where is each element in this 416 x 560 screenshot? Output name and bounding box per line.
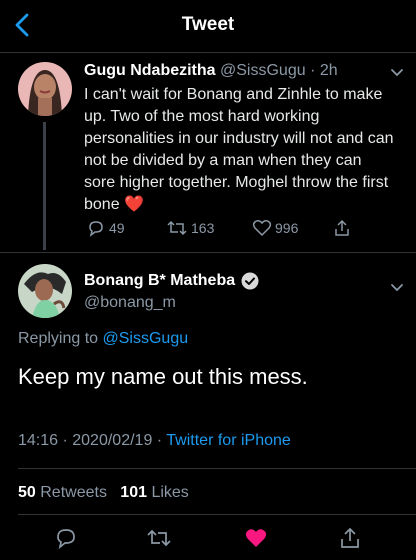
- meta-separator: ·: [152, 432, 167, 449]
- reply-icon[interactable]: [54, 526, 78, 550]
- tweet-body: I can't wait for Bonang and Zinhle to ma…: [84, 86, 394, 213]
- retweet-icon[interactable]: [146, 526, 172, 550]
- avatar-image: [18, 264, 72, 318]
- retweet-action[interactable]: 163: [166, 218, 214, 238]
- heart-emoji: ❤️: [124, 196, 144, 213]
- retweet-count: 163: [191, 220, 215, 236]
- avatar[interactable]: [18, 62, 72, 116]
- like-action[interactable]: 996: [252, 218, 298, 238]
- share-icon[interactable]: [338, 526, 362, 550]
- tweet-metadata: 14:16 · 2020/02/19 · Twitter for iPhone: [18, 432, 291, 450]
- likes-count: 101: [120, 484, 147, 501]
- reply-count: 49: [109, 220, 125, 236]
- divider: [18, 514, 416, 515]
- replying-to-link[interactable]: @SissGugu: [103, 330, 189, 347]
- retweets-stat[interactable]: 50 Retweets: [18, 484, 107, 501]
- like-count: 996: [275, 220, 299, 236]
- likes-stat[interactable]: 101 Likes: [120, 484, 189, 501]
- tweet-text: I can't wait for Bonang and Zinhle to ma…: [84, 84, 396, 216]
- tweet-stats: 50 Retweets 101 Likes: [18, 484, 189, 502]
- author-display-name: Gugu Ndabezitha: [84, 62, 216, 79]
- author-display-name: Bonang B* Matheba: [84, 272, 236, 289]
- tweet-author[interactable]: Gugu Ndabezitha @SissGugu · 2h: [84, 62, 338, 80]
- tweet-timestamp: 14:16 · 2020/02/19: [18, 432, 153, 449]
- thread-connector-line: [43, 122, 46, 250]
- divider: [18, 468, 416, 469]
- retweet-icon: [167, 220, 187, 236]
- heart-icon: [252, 220, 272, 237]
- tweet-text: Keep my name out this mess.: [18, 364, 308, 389]
- header-bar: Tweet: [0, 0, 416, 53]
- reply-icon: [89, 221, 103, 237]
- replying-to-label: Replying to: [18, 330, 103, 347]
- avatar[interactable]: [18, 264, 72, 318]
- time-separator: ·: [305, 62, 320, 79]
- chevron-down-icon[interactable]: [390, 280, 404, 294]
- author-handle[interactable]: @bonang_m: [84, 294, 176, 312]
- retweets-count: 50: [18, 484, 36, 501]
- retweets-label: Retweets: [40, 484, 107, 501]
- author-handle: @SissGugu: [220, 62, 306, 79]
- chevron-down-icon[interactable]: [390, 65, 404, 79]
- reply-action[interactable]: 49: [86, 218, 125, 238]
- share-action[interactable]: [332, 218, 355, 238]
- tweet-time: 2h: [319, 62, 338, 79]
- likes-label: Likes: [151, 484, 189, 501]
- avatar-image: [18, 62, 72, 116]
- reply-author[interactable]: Bonang B* Matheba: [84, 272, 259, 290]
- share-icon: [335, 219, 349, 236]
- heart-icon[interactable]: [244, 526, 268, 550]
- divider: [0, 252, 416, 253]
- tweet-source-link[interactable]: Twitter for iPhone: [166, 432, 291, 449]
- page-title: Tweet: [181, 14, 235, 35]
- replying-to: Replying to @SissGugu: [18, 330, 188, 348]
- verified-badge-icon: [241, 272, 259, 290]
